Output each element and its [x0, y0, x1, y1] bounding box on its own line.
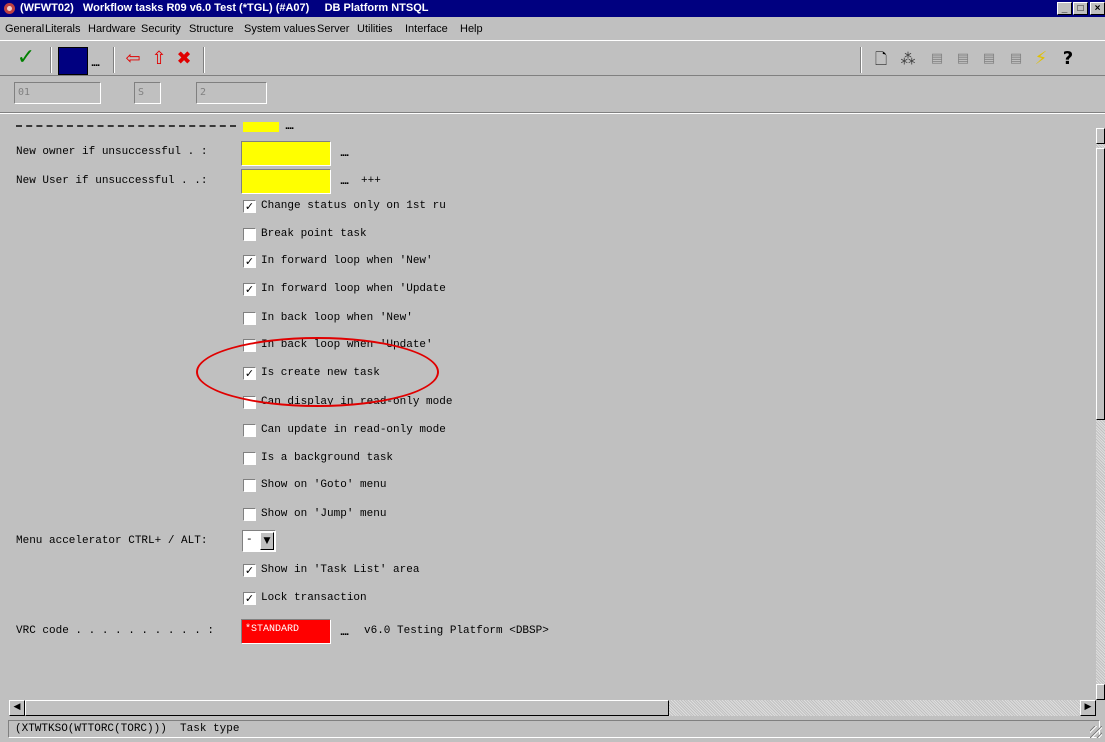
checkbox[interactable] [243, 508, 256, 521]
up-arrow-icon[interactable]: ⇧ [148, 48, 170, 70]
title-bar: (WFWT02) Workflow tasks R09 v6.0 Test (*… [0, 0, 1105, 17]
menu-server[interactable]: Server [317, 20, 349, 38]
field-icon-4[interactable]: ▤ [1005, 48, 1027, 70]
back-arrow-icon[interactable]: ⇦ [122, 48, 144, 70]
accel-value: - [246, 534, 253, 546]
scroll-right-icon[interactable]: ▶ [1080, 700, 1096, 716]
vertical-scrollbar[interactable] [1096, 128, 1105, 700]
maximize-button[interactable]: □ [1073, 2, 1088, 15]
vrc-field[interactable]: *STANDARD [241, 619, 331, 644]
checkbox-label: Lock transaction [261, 592, 367, 604]
scroll-down-icon[interactable] [1096, 684, 1105, 700]
toolbar-separator [860, 47, 862, 73]
header-divider [0, 112, 1105, 114]
menu-literals[interactable]: Literals [45, 20, 80, 38]
form-area: .... New owner if unsuccessful . : .... … [0, 119, 1096, 700]
field-icon-3[interactable]: ▤ [978, 48, 1000, 70]
horizontal-scrollbar[interactable]: ◀ ▶ [9, 700, 1096, 716]
checkbox[interactable]: ✓ [243, 564, 256, 577]
checkbox[interactable]: ✓ [243, 200, 256, 213]
toolbar-dots[interactable]: .... [91, 57, 100, 69]
checkbox-label: Show on 'Goto' menu [261, 479, 387, 491]
user-label: New User if unsuccessful . .: [16, 175, 208, 187]
checkbox[interactable] [243, 424, 256, 437]
app-icon [4, 3, 15, 14]
checkbox[interactable]: ✓ [243, 592, 256, 605]
user-dots[interactable]: .... [340, 175, 349, 187]
checkbox-label: Change status only on 1st ru [261, 200, 446, 212]
accel-label: Menu accelerator CTRL+ / ALT: [16, 535, 208, 547]
accel-select[interactable]: - ▼ [242, 530, 276, 552]
checkbox-label: Show in 'Task List' area [261, 564, 420, 576]
vrc-dots[interactable]: .... [340, 626, 349, 638]
window-title: (WFWT02) Workflow tasks R09 v6.0 Test (*… [20, 2, 429, 14]
toolbar-separator [50, 47, 52, 73]
resize-grip-icon[interactable] [1090, 726, 1102, 738]
vrc-label: VRC code . . . . . . . . . . : [16, 625, 215, 637]
check-icon[interactable]: ✓ [15, 47, 37, 69]
annotation-circle [196, 337, 439, 407]
menu-interface[interactable]: Interface [405, 20, 448, 38]
checkbox-label: In forward loop when 'Update [261, 283, 446, 295]
status-bar: (XTWTKSO(WTTORC(TORC))) Task type [8, 720, 1100, 738]
owner-field[interactable] [241, 141, 331, 166]
checkbox[interactable] [243, 452, 256, 465]
menu-system-values[interactable]: System values [244, 20, 316, 38]
help-icon[interactable]: ? [1057, 48, 1079, 70]
toolbar-separator [113, 47, 115, 73]
selector-field-3[interactable]: 2 [196, 82, 267, 104]
menu-general[interactable]: General [5, 20, 44, 38]
checkbox-label: Break point task [261, 228, 367, 240]
toolbar-separator [203, 47, 205, 73]
owner-dots[interactable]: .... [340, 147, 349, 159]
owner-label: New owner if unsuccessful . : [16, 146, 208, 158]
scroll-up-icon[interactable] [1096, 128, 1105, 144]
menu-hardware[interactable]: Hardware [88, 20, 136, 38]
close-button[interactable]: × [1090, 2, 1105, 15]
chevron-down-icon[interactable]: ▼ [260, 532, 274, 550]
color-box-icon[interactable] [58, 47, 88, 75]
checkbox[interactable] [243, 479, 256, 492]
menu-security[interactable]: Security [141, 20, 181, 38]
minimize-button[interactable]: _ [1057, 2, 1072, 15]
checkbox-label: Show on 'Jump' menu [261, 508, 387, 520]
selector-field-1[interactable]: 01 [14, 82, 101, 104]
menu-utilities[interactable]: Utilities [357, 20, 392, 38]
selector-field-2[interactable]: S [134, 82, 161, 104]
user-suffix: +++ [361, 175, 381, 187]
checkbox-label: In forward loop when 'New' [261, 255, 433, 267]
checkbox[interactable]: ✓ [243, 255, 256, 268]
vrc-description: v6.0 Testing Platform <DBSP> [364, 625, 549, 637]
new-doc-icon[interactable]: 🗋 [870, 48, 892, 70]
checkbox[interactable]: ✓ [243, 283, 256, 296]
menu-bar: General Literals Hardware Security Struc… [0, 20, 1105, 38]
clipped-dots: .... [285, 120, 294, 132]
menu-structure[interactable]: Structure [189, 20, 234, 38]
scroll-thumb[interactable] [1096, 148, 1105, 420]
user-field[interactable] [241, 169, 331, 194]
checkbox-label: Can update in read-only mode [261, 424, 446, 436]
menu-help[interactable]: Help [460, 20, 483, 38]
tree-icon[interactable]: ⁂ [897, 48, 919, 70]
checkbox[interactable] [243, 312, 256, 325]
checkbox[interactable] [243, 228, 256, 241]
lightning-icon[interactable]: ⚡ [1030, 48, 1052, 70]
delete-x-icon[interactable]: ✖ [173, 48, 195, 70]
clipped-row [16, 125, 236, 131]
clipped-field [243, 122, 279, 132]
toolbar: ✓ .... ⇦ ⇧ ✖ 🗋 ⁂ ▤ ▤ ▤ ▤ ⚡ ? [0, 40, 1105, 76]
hscroll-thumb[interactable] [25, 700, 669, 716]
field-icon-2[interactable]: ▤ [952, 48, 974, 70]
scroll-left-icon[interactable]: ◀ [9, 700, 25, 716]
vrc-value: *STANDARD [245, 624, 300, 635]
field-icon-1[interactable]: ▤ [926, 48, 948, 70]
checkbox-label: Is a background task [261, 452, 394, 464]
checkbox-label: In back loop when 'New' [261, 312, 413, 324]
